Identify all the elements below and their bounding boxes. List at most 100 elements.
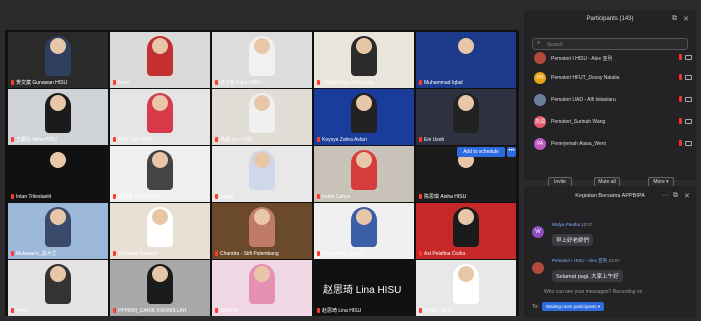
message-sender: Pemateri I HISU - Alex 亚列 10:07 bbox=[552, 258, 620, 263]
video-tile[interactable]: Asi Pelafina Cicilia bbox=[416, 203, 516, 259]
video-tile[interactable]: Eni Usoh bbox=[416, 89, 516, 145]
mic-muted-icon bbox=[419, 251, 422, 256]
chat-recipient-select[interactable]: Waiting room participants ▾ bbox=[542, 302, 605, 311]
chat-panel: Kegiatan Bersama APPBIPA ··· ⧉ ✕ W Widya … bbox=[524, 186, 696, 318]
video-tile[interactable]: Muhammad Iqbal bbox=[416, 32, 516, 88]
mic-muted-icon bbox=[113, 137, 116, 142]
participant-name: Chandra - Stifi Palembang bbox=[220, 251, 279, 257]
mic-muted-icon bbox=[113, 251, 116, 256]
video-tile[interactable]: 王蕙彤 Ibeta HISU bbox=[8, 89, 108, 145]
close-icon[interactable]: ✕ bbox=[684, 192, 690, 200]
participant-name: Pemateri HFUT_Dessy Natalia bbox=[551, 75, 620, 81]
mic-muted-icon bbox=[419, 194, 422, 199]
participant-name: Asi Pelafina Cicilia bbox=[424, 251, 466, 257]
participant-row[interactable]: 苏润 Pemateri_Surinah Wang bbox=[534, 116, 692, 130]
mic-muted-icon[interactable] bbox=[679, 118, 682, 124]
participant-video bbox=[351, 93, 377, 133]
tile-more-button[interactable]: ••• bbox=[507, 147, 516, 157]
participant-name: I Made Dhira Wiraguna bbox=[322, 80, 374, 86]
video-tile[interactable]: Chandra - Stifi Palembang bbox=[212, 203, 312, 259]
chat-input[interactable]: Who can see your messages? Recording on bbox=[544, 289, 642, 295]
mic-muted-icon bbox=[113, 80, 116, 85]
participant-name: SHINTA bbox=[220, 308, 238, 314]
mic-muted-icon[interactable] bbox=[679, 54, 682, 60]
video-tile[interactable]: Pertiwi_Arief bbox=[416, 260, 516, 316]
video-tile[interactable]: PPPBMI_GANIK KARIMILLAH bbox=[110, 260, 210, 316]
participant-name: Keysya Zahra Asfari bbox=[322, 137, 367, 143]
participant-video bbox=[351, 36, 377, 76]
mic-muted-icon bbox=[419, 308, 422, 313]
close-icon[interactable]: ✕ bbox=[683, 15, 689, 23]
participant-row[interactable]: PA Penerjemah Aiasa_Wero bbox=[534, 138, 692, 152]
mic-muted-icon bbox=[113, 308, 116, 313]
video-tile[interactable]: Indah Cahya bbox=[314, 146, 414, 202]
mic-muted-icon bbox=[11, 137, 14, 142]
participant-video bbox=[453, 36, 479, 76]
video-tile[interactable]: 杨景 ayu HISU bbox=[212, 89, 312, 145]
mic-muted-icon[interactable] bbox=[679, 140, 682, 146]
avatar bbox=[532, 262, 544, 274]
message-sender: Widya Pautha 10:07 bbox=[552, 222, 593, 227]
video-tile[interactable]: 刘莉 Lala HISU bbox=[110, 89, 210, 145]
video-tile[interactable]: Irene bbox=[8, 260, 108, 316]
participants-panel: Participants (143) ⧉ ✕ ⌕ Search Pemateri… bbox=[524, 10, 696, 187]
participant-name: 陈思琪 Aisha HISU bbox=[424, 194, 467, 200]
participant-video bbox=[147, 150, 173, 190]
participant-video bbox=[147, 93, 173, 133]
participant-video bbox=[249, 264, 275, 304]
mic-muted-icon bbox=[215, 308, 218, 313]
mic-muted-icon[interactable] bbox=[679, 74, 682, 80]
video-tile[interactable]: I Made Dhira Wiraguna bbox=[314, 32, 414, 88]
camera-icon[interactable] bbox=[685, 55, 692, 60]
popout-icon[interactable]: ⧉ bbox=[672, 15, 677, 23]
participant-video bbox=[249, 93, 275, 133]
video-gallery: 贺文斌 Gunawan HISU bami 张子锐 Fajar HISU I Made… bbox=[5, 30, 519, 316]
participant-video bbox=[45, 207, 71, 247]
participants-search-input[interactable]: ⌕ Search bbox=[532, 38, 688, 50]
participant-name: Indah Cahya bbox=[322, 194, 351, 200]
message-bubble: Selamat pagi. 大家上午好 bbox=[552, 270, 623, 282]
participant-name: 翁程璧 MeganHISU bbox=[118, 194, 162, 200]
video-tile[interactable]: Keysya Zahra Asfari bbox=[314, 89, 414, 145]
participant-name: Pemateri UAD - Alfi Istianiaru bbox=[551, 97, 616, 103]
avatar bbox=[534, 52, 546, 64]
avatar: 苏润 bbox=[534, 116, 546, 128]
participant-video bbox=[453, 93, 479, 133]
participant-name: 张子锐 Fajar HISU bbox=[220, 80, 262, 86]
participant-row[interactable]: Pemateri UAD - Alfi Istianiaru bbox=[534, 94, 692, 108]
mic-muted-icon bbox=[113, 194, 116, 199]
participant-name: Penerjemah Aiasa_Wero bbox=[551, 141, 607, 147]
mic-muted-icon bbox=[11, 251, 14, 256]
participant-name: Pusat Kerja Sama bbox=[322, 251, 363, 257]
video-tile[interactable]: SHINTA bbox=[212, 260, 312, 316]
participant-video bbox=[351, 150, 377, 190]
camera-icon[interactable] bbox=[685, 141, 692, 146]
participant-name: 杨景 ayu HISU bbox=[220, 137, 253, 143]
participant-video bbox=[45, 150, 71, 190]
add-to-schedule-button[interactable]: Add to schedule bbox=[457, 147, 505, 157]
chat-title: Kegiatan Bersama APPBIPA bbox=[575, 193, 645, 199]
video-tile[interactable]: Mulawarni_黑木兰 bbox=[8, 203, 108, 259]
participant-row[interactable]: Pemateri I HISU - Alex 亚列 bbox=[534, 52, 692, 66]
video-tile[interactable]: Intan Trilestaehl bbox=[8, 146, 108, 202]
mic-muted-icon[interactable] bbox=[679, 96, 682, 102]
camera-icon[interactable] bbox=[685, 75, 692, 80]
participant-video bbox=[147, 207, 173, 247]
mic-muted-icon bbox=[419, 137, 422, 142]
video-tile[interactable]: yuling bbox=[212, 146, 312, 202]
camera-icon[interactable] bbox=[685, 119, 692, 124]
participant-row[interactable]: PH Pemateri HFUT_Dessy Natalia bbox=[534, 72, 692, 86]
chat-more-icon[interactable]: ··· bbox=[662, 192, 669, 199]
video-tile[interactable]: Pusat Kerja Sama bbox=[314, 203, 414, 259]
popout-icon[interactable]: ⧉ bbox=[673, 192, 678, 200]
mic-muted-icon bbox=[419, 80, 422, 85]
participant-video bbox=[249, 36, 275, 76]
camera-icon[interactable] bbox=[685, 97, 692, 102]
video-tile[interactable]: bami bbox=[110, 32, 210, 88]
chat-to-label: To: bbox=[532, 304, 539, 310]
video-tile[interactable]: 贺文斌 Gunawan HISU bbox=[8, 32, 108, 88]
video-tile[interactable]: 翁程璧 MeganHISU bbox=[110, 146, 210, 202]
video-tile[interactable]: 张子锐 Fajar HISU bbox=[212, 32, 312, 88]
video-tile[interactable]: Theresia Yuwono bbox=[110, 203, 210, 259]
participant-video bbox=[45, 264, 71, 304]
